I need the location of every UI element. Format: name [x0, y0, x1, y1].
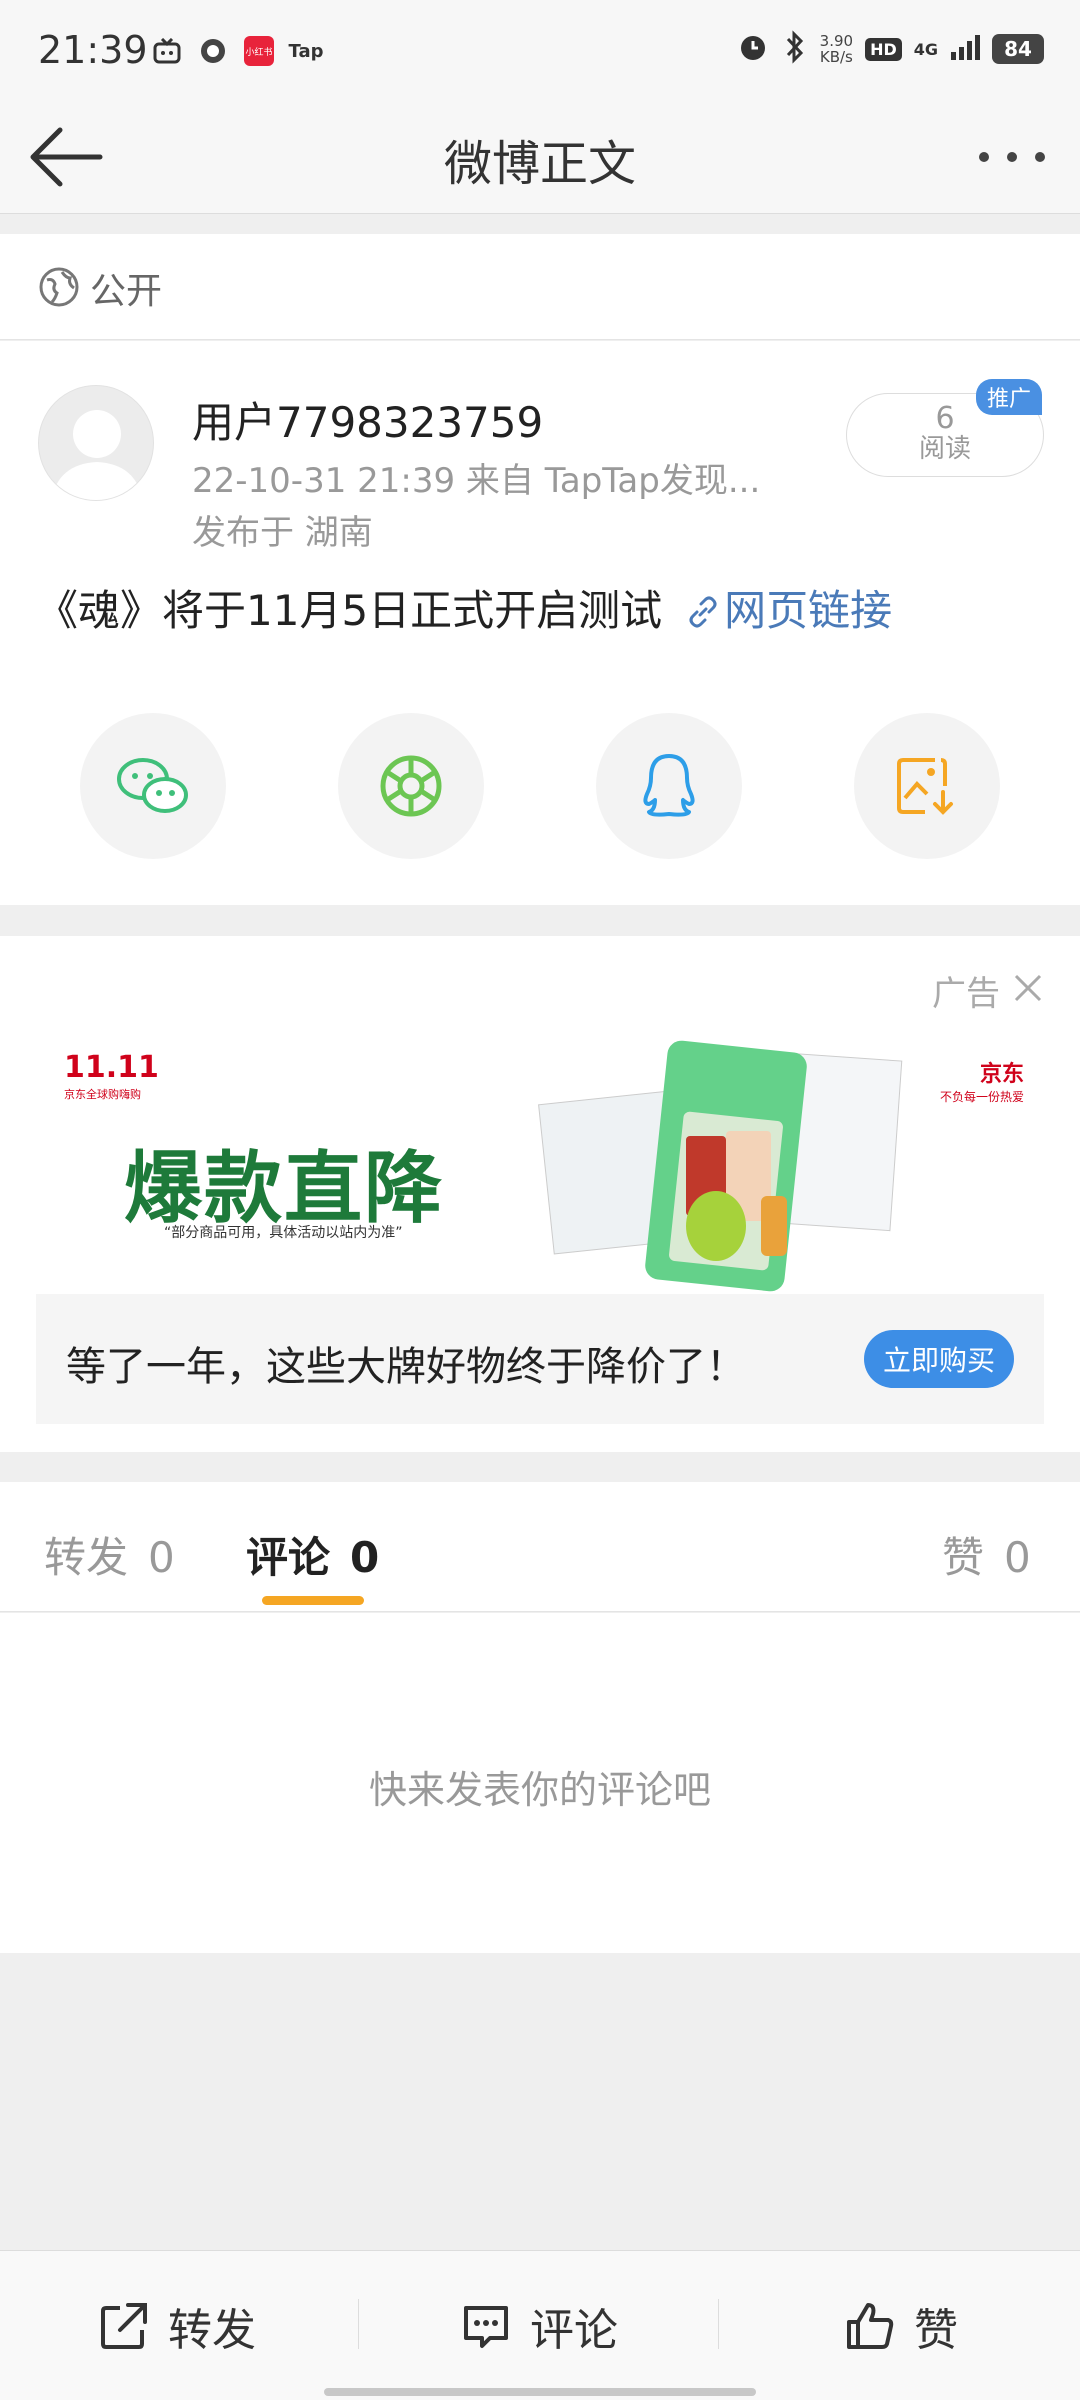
comments-empty-state: 快来发表你的评论吧 [0, 1613, 1080, 1953]
nav-bar: 微博正文 [0, 100, 1080, 214]
post-card: 用户7798323759 22-10-31 21:39 来自 TapTap发现.… [0, 341, 1080, 905]
battery-icon: 84 [992, 34, 1044, 64]
share-moments-button[interactable] [338, 713, 484, 859]
network-speed-value: 3.90 [819, 32, 854, 50]
like-button[interactable]: 赞 [844, 2291, 958, 2361]
home-indicator[interactable] [324, 2388, 756, 2396]
save-image-button[interactable] [854, 713, 1000, 859]
post-meta: 22-10-31 21:39 来自 TapTap发现... [192, 461, 761, 501]
comment-label: 评论 [530, 2305, 618, 2356]
ad-brand: 京东 [979, 1062, 1024, 1087]
like-label: 赞 [914, 2305, 958, 2356]
post-location: 发布于 湖南 [192, 513, 373, 553]
divider [718, 2299, 719, 2349]
ad-brand-sub: 不负每一份热爱 [939, 1090, 1024, 1104]
xiaohongshu-app-icon: 小红书 [244, 36, 274, 66]
moments-icon [380, 755, 442, 817]
ad-copy-text: 等了一年，这些大牌好物终于降价了！ [66, 1344, 746, 1390]
hd-badge: HD [865, 37, 902, 61]
web-link[interactable]: 网页链接 [686, 586, 892, 635]
repost-button[interactable]: 转发 [98, 2291, 256, 2361]
post-author[interactable]: 用户7798323759 [192, 389, 543, 450]
visibility-label: 公开 [90, 271, 163, 312]
tab-comment-count: 0 [350, 1533, 380, 1582]
more-dots-icon [979, 152, 1045, 162]
save-image-icon [897, 758, 953, 815]
ad-copy-bar[interactable]: 等了一年，这些大牌好物终于降价了！ 立即购买 [36, 1294, 1044, 1424]
ad-card[interactable]: 广告 11.11 京东全球购嗨购 爆款直降 “部分商品可用，具体活动以站内为准”… [0, 936, 1080, 1452]
tv-app-icon [152, 36, 182, 66]
ad-banner-image[interactable]: 11.11 京东全球购嗨购 爆款直降 “部分商品可用，具体活动以站内为准” 京东… [36, 1036, 1044, 1294]
tab-comment-label: 评论 [246, 1533, 331, 1582]
share-row [0, 713, 1080, 863]
default-avatar-icon [51, 410, 143, 500]
bluetooth-icon [782, 30, 808, 68]
buy-now-button[interactable]: 立即购买 [864, 1330, 1014, 1388]
promote-badge[interactable]: 推广 [976, 379, 1042, 415]
alarm-icon [736, 30, 770, 68]
tab-repost-count: 0 [148, 1533, 175, 1582]
visibility-bar: 公开 [0, 234, 1080, 340]
status-right-group: 3.90 KB/s HD 4G 84 [736, 30, 1044, 68]
share-qq-button[interactable] [596, 713, 742, 859]
tab-comment[interactable]: 评论 0 [246, 1524, 379, 1585]
read-label: 阅读 [918, 434, 971, 464]
thumbs-up-icon [847, 2303, 894, 2349]
interaction-tabs: 转发 0 评论 0 赞0 [0, 1482, 1080, 1612]
status-bar: 21:39 小红书 Tap 3.90 KB/s HD 4G 84 [0, 0, 1080, 100]
empty-comments-text: 快来发表你的评论吧 [368, 1768, 711, 1812]
signal-icon [950, 34, 980, 64]
avatar[interactable] [38, 385, 154, 501]
globe-icon [38, 266, 80, 308]
tab-like-count: 0 [1004, 1533, 1031, 1582]
tab-like[interactable]: 赞0 [942, 1524, 1031, 1585]
taptap-app-icon: Tap [288, 40, 324, 62]
share-wechat-button[interactable] [80, 713, 226, 859]
ad-label: 广告 [932, 974, 1000, 1014]
link-icon [689, 596, 717, 628]
post-text: 《魂》将于11月5日正式开启测试 [36, 586, 663, 635]
network-speed-unit: KB/s [819, 48, 853, 66]
comment-icon [464, 2306, 508, 2348]
tab-like-label: 赞 [942, 1533, 985, 1582]
ad-banner-tag-sub: 京东全球购嗨购 [64, 1088, 141, 1101]
web-link-label: 网页链接 [724, 586, 893, 635]
divider [358, 2299, 359, 2349]
headset-app-icon [198, 36, 228, 66]
tab-repost-label: 转发 [44, 1533, 129, 1582]
repost-icon [101, 2303, 147, 2349]
ad-close-button[interactable] [1012, 972, 1044, 1004]
ad-banner-tag: 11.11 [64, 1050, 159, 1085]
wechat-icon [117, 758, 188, 813]
qq-icon [643, 754, 695, 817]
more-button[interactable] [974, 134, 1050, 180]
page-title: 微博正文 [443, 136, 636, 192]
tab-repost[interactable]: 转发 0 [44, 1524, 175, 1585]
comment-button[interactable]: 评论 [460, 2291, 618, 2361]
repost-label: 转发 [168, 2305, 256, 2356]
ad-footnote: “部分商品可用，具体活动以站内为准” [164, 1225, 403, 1241]
status-time: 21:39 [38, 28, 148, 72]
close-icon [1014, 974, 1042, 1002]
signal-type: 4G [913, 39, 938, 59]
shopping-list-illustration [538, 1040, 903, 1292]
network-speed: 3.90 KB/s [820, 33, 853, 65]
bottom-action-bar: 转发 评论 赞 [0, 2250, 1080, 2400]
post-content: 《魂》将于11月5日正式开启测试 网页链接 [36, 577, 892, 638]
active-tab-indicator [262, 1596, 364, 1605]
